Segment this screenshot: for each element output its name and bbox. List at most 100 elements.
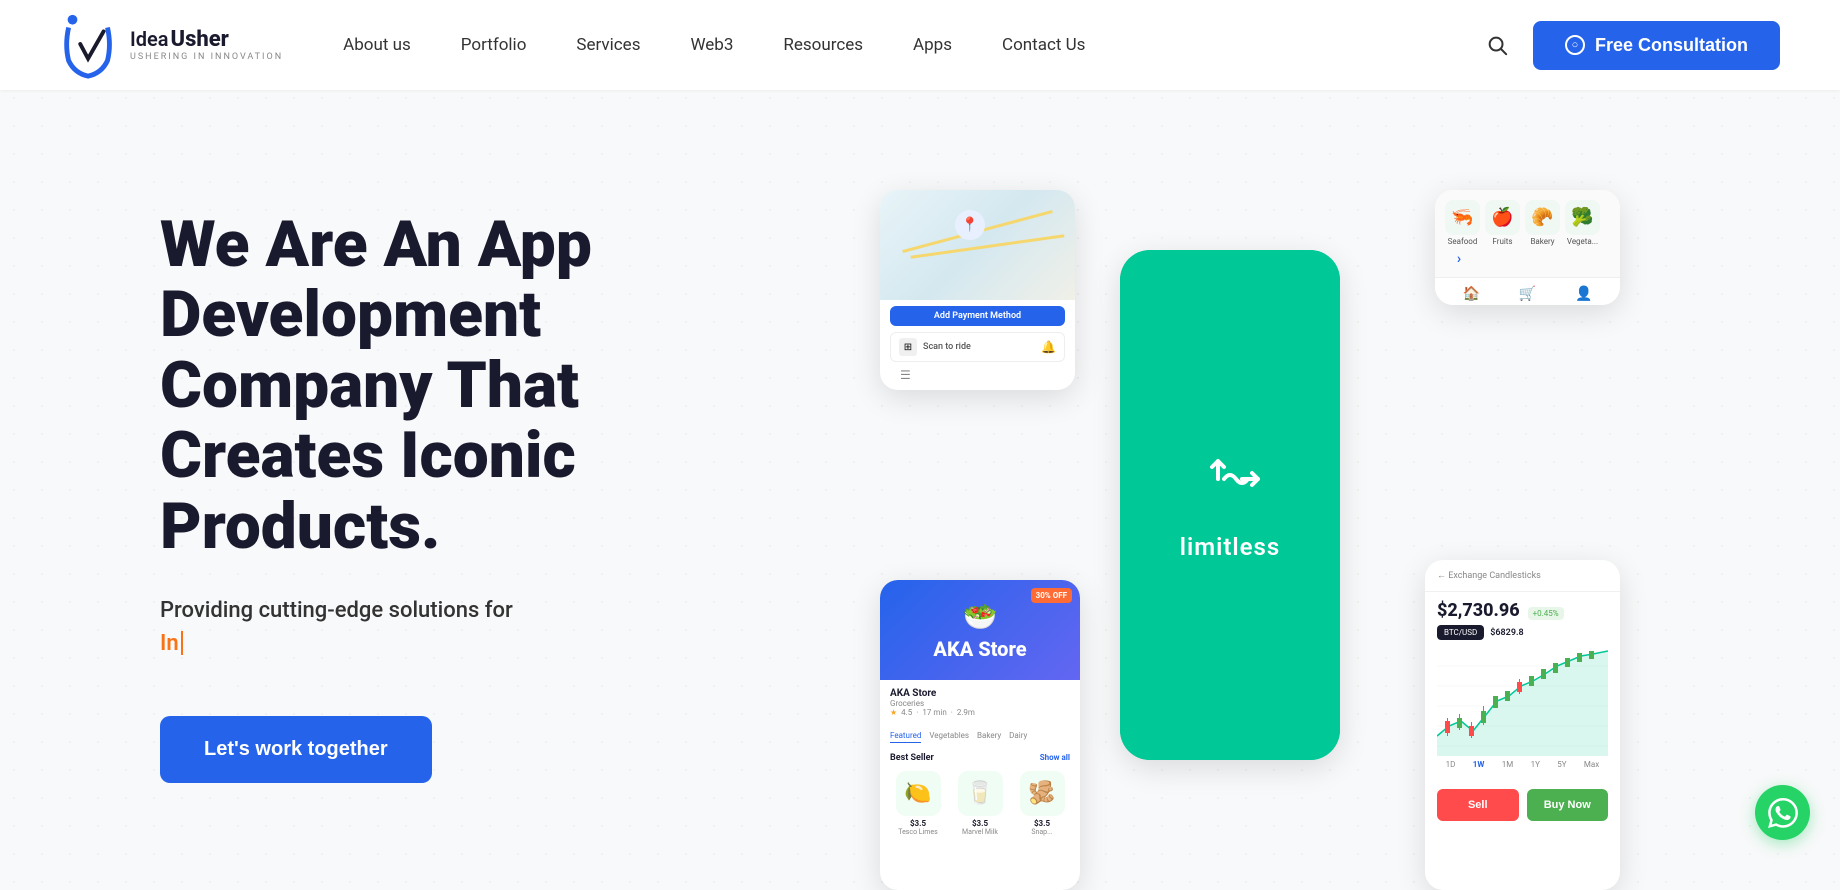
nav-contact-us[interactable]: Contact Us xyxy=(1002,35,1085,55)
grocery-cart-icon: 🛒 xyxy=(1519,286,1536,302)
aka-tabs: Featured Vegetables Bakery Dairy xyxy=(880,725,1080,749)
nav-links: About us Portfolio Services Web3 Resourc… xyxy=(343,35,1486,55)
aka-rating: ★ 4.5 · 17 min · 2.9m xyxy=(890,708,1070,717)
limitless-inner: limitless xyxy=(1120,250,1340,760)
crypto-tf-max[interactable]: Max xyxy=(1584,760,1599,769)
hero-subtitle: Providing cutting-edge solutions for xyxy=(160,598,800,623)
bakery-icon: 🥐 xyxy=(1525,200,1560,235)
crypto-pair-row: BTC/USD $6829.8 xyxy=(1425,625,1620,646)
grocery-profile-icon: 👤 xyxy=(1575,286,1592,302)
crypto-badge: +0.45% xyxy=(1528,607,1564,620)
limitless-logo xyxy=(1190,449,1270,513)
ride-pin: 📍 xyxy=(955,210,985,240)
ride-scan: ⊞ Scan to ride 🔔 xyxy=(890,332,1065,362)
logo-usher: Usher xyxy=(171,29,229,51)
crypto-price-row: $2,730.96 +0.45% xyxy=(1425,592,1620,625)
nav-about-us[interactable]: About us xyxy=(343,35,411,55)
logo-idea: Idea xyxy=(130,29,169,49)
ride-app-card: 📍 Add Payment Method ⊞ Scan to ride 🔔 ☰ xyxy=(880,190,1075,390)
vegetables-icon: 🥦 xyxy=(1565,200,1600,235)
hero-typed-text: In xyxy=(160,631,800,656)
logo[interactable]: Idea Usher USHERING IN INNOVATION xyxy=(60,10,283,80)
scan-text: Scan to ride xyxy=(923,342,971,352)
aka-banner: 🥗 AKA Store 30% OFF xyxy=(880,580,1080,680)
typing-cursor xyxy=(181,631,183,655)
grocery-fruits: 🍎 Fruits xyxy=(1485,200,1520,246)
fruits-label: Fruits xyxy=(1492,237,1512,246)
hero-content: We Are An App Development Company That C… xyxy=(160,170,800,783)
nav-services[interactable]: Services xyxy=(576,35,640,55)
aka-store-name: AKA Store xyxy=(890,688,1070,699)
crypto-card: ← Exchange Candlesticks $2,730.96 +0.45%… xyxy=(1425,560,1620,890)
whatsapp-button[interactable] xyxy=(1755,785,1810,840)
milk-icon: 🥛 xyxy=(958,771,1003,816)
scan-icon: ⊞ xyxy=(899,338,917,356)
seafood-label: Seafood xyxy=(1448,237,1478,246)
crypto-tf-1w[interactable]: 1W xyxy=(1473,760,1485,769)
aka-tab-dairy: Dairy xyxy=(1009,731,1027,743)
hero-apps: 📍 Add Payment Method ⊞ Scan to ride 🔔 ☰ … xyxy=(860,170,1680,890)
nav-portfolio[interactable]: Portfolio xyxy=(461,35,527,55)
nav-apps[interactable]: Apps xyxy=(913,35,952,55)
seafood-icon: 🦐 xyxy=(1445,200,1480,235)
crypto-tf-1d[interactable]: 1D xyxy=(1446,760,1456,769)
grocery-card: 🦐 Seafood 🍎 Fruits 🥐 Bakery 🥦 Vegeta... … xyxy=(1435,190,1620,305)
grocery-home-icon: 🏠 xyxy=(1462,286,1479,302)
nav-resources[interactable]: Resources xyxy=(783,35,863,55)
navigation: Idea Usher USHERING IN INNOVATION About … xyxy=(0,0,1840,90)
snap-icon: 🫚 xyxy=(1020,771,1065,816)
aka-products: 🍋 $3.5 Tesco Limes 🥛 $3.5 Marvel Milk 🫚 … xyxy=(880,767,1080,840)
aka-bestseller-header: Best Seller Show all xyxy=(880,749,1080,767)
crypto-buy-button[interactable]: Buy Now xyxy=(1527,789,1609,821)
grocery-categories: 🦐 Seafood 🍎 Fruits 🥐 Bakery 🥦 Vegeta... … xyxy=(1435,190,1620,277)
grocery-bakery: 🥐 Bakery xyxy=(1525,200,1560,246)
crypto-sell-button[interactable]: Sell xyxy=(1437,789,1519,821)
crypto-action-btns: Sell Buy Now xyxy=(1425,781,1620,829)
aka-store-banner-name: AKA Store xyxy=(933,637,1026,661)
crypto-price: $2,730.96 xyxy=(1437,600,1520,621)
nav-web3[interactable]: Web3 xyxy=(690,35,733,55)
aka-store-sub: Groceries xyxy=(890,699,1070,708)
aka-tab-bakery: Bakery xyxy=(977,731,1001,743)
consultation-icon: ○ xyxy=(1565,35,1585,55)
aka-tab-vegetables: Vegetables xyxy=(929,731,969,743)
ride-map: 📍 xyxy=(880,190,1075,300)
cta-label: Free Consultation xyxy=(1595,35,1748,56)
aka-product-limes: 🍋 $3.5 Tesco Limes xyxy=(890,771,946,836)
crypto-tf-5y[interactable]: 5Y xyxy=(1557,760,1566,769)
aka-tab-featured: Featured xyxy=(890,731,921,743)
aka-discount-badge: 30% OFF xyxy=(1031,588,1072,603)
hero-title: We Are An App Development Company That C… xyxy=(160,210,800,562)
ride-menu-icon: ☰ xyxy=(900,368,911,382)
free-consultation-button[interactable]: ○ Free Consultation xyxy=(1533,21,1780,70)
crypto-back: ← Exchange Candlesticks xyxy=(1437,570,1608,581)
hero-section: We Are An App Development Company That C… xyxy=(0,90,1840,890)
crypto-tf-1y[interactable]: 1Y xyxy=(1531,760,1540,769)
ride-payment-btn: Add Payment Method xyxy=(890,306,1065,326)
nav-right: ○ Free Consultation xyxy=(1486,21,1780,70)
aka-store-info: AKA Store Groceries ★ 4.5 · 17 min · 2.9… xyxy=(880,680,1080,725)
ride-nav-icons: ☰ xyxy=(890,362,1065,382)
limitless-card: limitless xyxy=(1120,250,1340,760)
work-together-button[interactable]: Let's work together xyxy=(160,716,432,783)
logo-tagline: USHERING IN INNOVATION xyxy=(130,53,283,62)
crypto-tf-1m[interactable]: 1M xyxy=(1502,760,1513,769)
aka-store-card: 🥗 AKA Store 30% OFF AKA Store Groceries … xyxy=(880,580,1080,890)
grocery-vegetables: 🥦 Vegeta... xyxy=(1565,200,1600,246)
crypto-pair: BTC/USD xyxy=(1437,625,1484,640)
grocery-nav: 🏠 🛒 👤 xyxy=(1435,277,1620,305)
search-button[interactable] xyxy=(1486,34,1508,56)
crypto-header: ← Exchange Candlesticks xyxy=(1425,560,1620,592)
aka-product-milk: 🥛 $3.5 Marvel Milk xyxy=(952,771,1008,836)
limitless-text: limitless xyxy=(1180,533,1280,561)
limes-icon: 🍋 xyxy=(896,771,941,816)
fruits-icon: 🍎 xyxy=(1485,200,1520,235)
crypto-chart xyxy=(1425,646,1620,756)
bakery-label: Bakery xyxy=(1530,237,1554,246)
grocery-seafood: 🦐 Seafood xyxy=(1445,200,1480,246)
crypto-timeframes: 1D 1W 1M 1Y 5Y Max xyxy=(1425,756,1620,773)
aka-product-snap: 🫚 $3.5 Snap... xyxy=(1014,771,1070,836)
ride-bottom: Add Payment Method ⊞ Scan to ride 🔔 ☰ xyxy=(880,300,1075,388)
crypto-pair-price: $6829.8 xyxy=(1490,628,1523,638)
vegetables-label: Vegeta... xyxy=(1567,237,1598,246)
